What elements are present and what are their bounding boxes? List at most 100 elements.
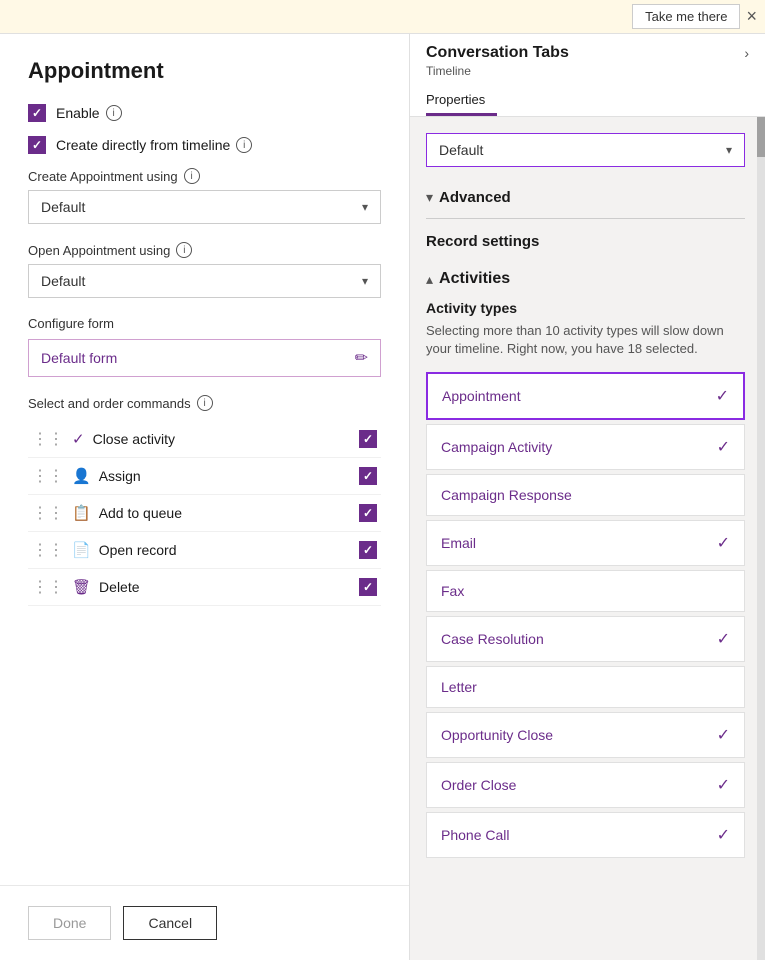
create-using-value: Default xyxy=(41,199,85,215)
activity-types-label: Activity types xyxy=(426,300,745,316)
activity-item-text: Opportunity Close xyxy=(441,727,553,743)
command-checkbox[interactable] xyxy=(359,541,377,559)
activity-item[interactable]: Letter xyxy=(426,666,745,708)
activity-item-text: Letter xyxy=(441,679,477,695)
activity-item[interactable]: Opportunity Close ✓ xyxy=(426,712,745,758)
banner-close-button[interactable]: × xyxy=(746,6,757,27)
activity-item-text: Fax xyxy=(441,583,464,599)
command-label: Add to queue xyxy=(99,505,359,521)
scrollbar-track[interactable] xyxy=(757,117,765,960)
close-activity-icon: ✓ xyxy=(72,430,85,448)
activity-item[interactable]: Case Resolution ✓ xyxy=(426,616,745,662)
create-directly-label: Create directly from timeline xyxy=(56,137,230,153)
command-label: Close activity xyxy=(93,431,359,447)
activity-item-text: Appointment xyxy=(442,388,521,404)
timeline-subtitle: Timeline xyxy=(426,64,749,78)
default-form-text: Default form xyxy=(41,350,117,366)
create-directly-info-icon[interactable]: i xyxy=(236,137,252,153)
drag-handle[interactable]: ⋮⋮ xyxy=(32,466,64,486)
prop-dropdown-chevron: ▾ xyxy=(726,143,732,157)
command-row: ⋮⋮ 🗑 Delete xyxy=(28,569,381,606)
create-using-info-icon[interactable]: i xyxy=(184,168,200,184)
activity-check-icon: ✓ xyxy=(717,437,730,457)
activity-item[interactable]: Fax xyxy=(426,570,745,612)
nav-chevron-right[interactable]: › xyxy=(744,45,749,61)
open-using-value: Default xyxy=(41,273,85,289)
take-me-there-button[interactable]: Take me there xyxy=(632,4,740,29)
commands-info-icon[interactable]: i xyxy=(197,395,213,411)
command-checkbox[interactable] xyxy=(359,578,377,596)
activity-check-icon: ✓ xyxy=(717,533,730,553)
cancel-button[interactable]: Cancel xyxy=(123,906,217,940)
record-settings-title: Record settings xyxy=(426,233,745,250)
activity-item[interactable]: Appointment ✓ xyxy=(426,372,745,420)
main-area: Appointment Enable i Create directly fro… xyxy=(0,34,765,960)
drag-handle[interactable]: ⋮⋮ xyxy=(32,540,64,560)
activity-item[interactable]: Email ✓ xyxy=(426,520,745,566)
activity-item-text: Order Close xyxy=(441,777,516,793)
enable-row: Enable i xyxy=(28,104,381,122)
assign-icon: 👤 xyxy=(72,467,91,485)
activity-list: Appointment ✓ Campaign Activity ✓ Campai… xyxy=(426,372,745,858)
activities-section-header[interactable]: ▴ Activities xyxy=(426,262,745,296)
drag-handle[interactable]: ⋮⋮ xyxy=(32,503,64,523)
conv-tabs-title: Conversation Tabs xyxy=(426,44,569,62)
enable-label: Enable xyxy=(56,105,100,121)
command-rows: ⋮⋮ ✓ Close activity ⋮⋮ 👤 Assign ⋮⋮ 📋 Add… xyxy=(28,421,381,606)
add-to-queue-icon: 📋 xyxy=(72,504,91,522)
activity-check-icon: ✓ xyxy=(717,825,730,845)
activity-item[interactable]: Campaign Response xyxy=(426,474,745,516)
command-row: ⋮⋮ 👤 Assign xyxy=(28,458,381,495)
command-label: Open record xyxy=(99,542,359,558)
activity-item[interactable]: Phone Call ✓ xyxy=(426,812,745,858)
create-directly-row: Create directly from timeline i xyxy=(28,136,381,154)
activity-check-icon: ✓ xyxy=(716,386,729,406)
conv-tabs-row: Conversation Tabs › xyxy=(426,44,749,62)
properties-tab-item[interactable]: Properties xyxy=(426,86,497,116)
activity-types-desc: Selecting more than 10 activity types wi… xyxy=(426,322,745,358)
activity-check-icon: ✓ xyxy=(717,775,730,795)
properties-dropdown[interactable]: Default ▾ xyxy=(426,133,745,167)
advanced-section-header[interactable]: ▾ Advanced xyxy=(426,181,745,214)
enable-checkbox[interactable] xyxy=(28,104,46,122)
enable-info-icon[interactable]: i xyxy=(106,105,122,121)
right-header: Conversation Tabs › Timeline Properties xyxy=(410,34,765,117)
command-checkbox[interactable] xyxy=(359,504,377,522)
properties-tab: Properties xyxy=(426,86,749,116)
drag-handle[interactable]: ⋮⋮ xyxy=(32,577,64,597)
activity-item-text: Campaign Response xyxy=(441,487,572,503)
activity-item[interactable]: Order Close ✓ xyxy=(426,762,745,808)
done-button[interactable]: Done xyxy=(28,906,111,940)
scrollbar-thumb[interactable] xyxy=(757,117,765,157)
panel-footer: Done Cancel xyxy=(0,885,409,960)
activity-item-text: Campaign Activity xyxy=(441,439,552,455)
create-directly-checkbox[interactable] xyxy=(28,136,46,154)
open-using-dropdown[interactable]: Default ▾ xyxy=(28,264,381,298)
activity-item-text: Phone Call xyxy=(441,827,510,843)
create-using-label: Create Appointment using i xyxy=(28,168,381,184)
form-config-row[interactable]: Default form ✏ xyxy=(28,339,381,377)
command-checkbox[interactable] xyxy=(359,467,377,485)
activities-chevron-icon: ▴ xyxy=(426,271,433,288)
configure-form-label: Configure form xyxy=(28,316,381,331)
create-using-chevron: ▾ xyxy=(362,200,368,214)
section-body: Enable i Create directly from timeline i… xyxy=(0,104,409,606)
create-using-dropdown[interactable]: Default ▾ xyxy=(28,190,381,224)
drag-handle[interactable]: ⋮⋮ xyxy=(32,429,64,449)
command-checkbox[interactable] xyxy=(359,430,377,448)
delete-icon: 🗑 xyxy=(72,578,91,596)
activity-item[interactable]: Campaign Activity ✓ xyxy=(426,424,745,470)
activity-check-icon: ✓ xyxy=(717,629,730,649)
pencil-icon[interactable]: ✏ xyxy=(355,348,368,368)
left-panel: Appointment Enable i Create directly fro… xyxy=(0,34,410,960)
open-using-chevron: ▾ xyxy=(362,274,368,288)
right-content: Default ▾ ▾ Advanced Record settings ▴ A… xyxy=(410,117,765,960)
top-banner: Take me there × xyxy=(0,0,765,34)
command-label: Assign xyxy=(99,468,359,484)
command-row: ⋮⋮ 📄 Open record xyxy=(28,532,381,569)
open-using-info-icon[interactable]: i xyxy=(176,242,192,258)
advanced-label: Advanced xyxy=(439,189,511,206)
activity-item-text: Case Resolution xyxy=(441,631,544,647)
commands-label: Select and order commands i xyxy=(28,395,381,411)
activity-item-text: Email xyxy=(441,535,476,551)
